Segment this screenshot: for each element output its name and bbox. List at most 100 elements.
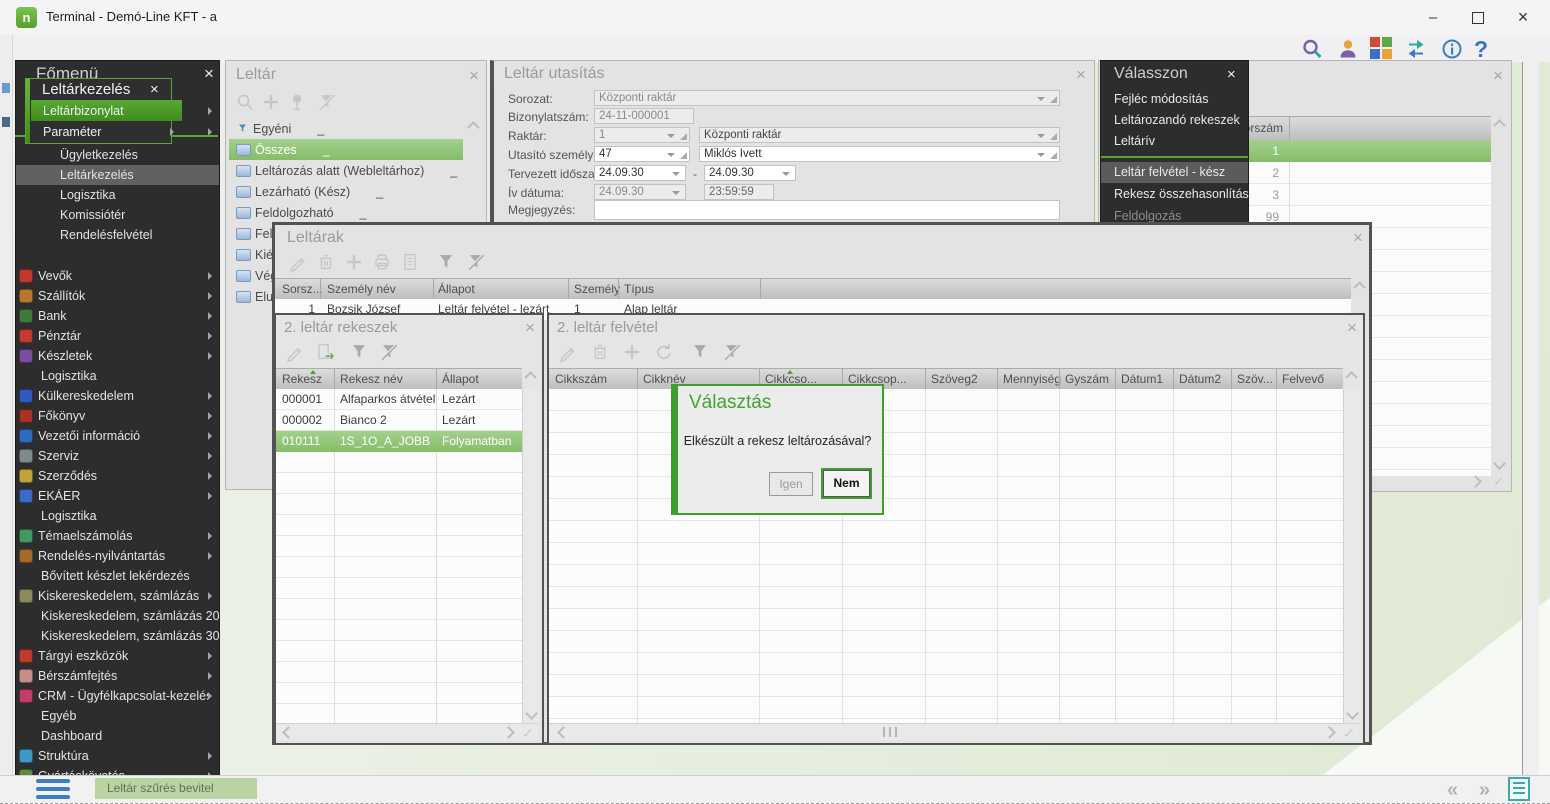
menu-item-rekesz-osszehasonlitas[interactable]: Rekesz összehasonlítás xyxy=(1101,184,1248,205)
report-icon[interactable] xyxy=(399,251,421,273)
idoszak-to-picker[interactable]: 24.09.30 xyxy=(704,165,796,181)
column-header[interactable]: Gyszám xyxy=(1065,372,1109,386)
scroll-up-icon[interactable] xyxy=(1353,281,1366,294)
horizontal-scrollbar[interactable]: ✓ xyxy=(276,723,538,740)
app-vertical-scrollbar[interactable] xyxy=(1522,62,1539,775)
szemely-name-combo[interactable]: Miklós Ivett xyxy=(699,146,1060,162)
scroll-right-icon[interactable] xyxy=(1323,726,1336,739)
raktar-name-combo[interactable]: Központi raktár xyxy=(699,127,1060,143)
menu-item-rendelesfelvetel[interactable]: Rendelésfelvétel xyxy=(16,225,220,245)
tree-icon[interactable] xyxy=(286,91,308,113)
menu-item-targyi-eszkozok[interactable]: Tárgyi eszközök xyxy=(16,646,219,666)
menu-item-berszamfejtes[interactable]: Bérszámfejtés xyxy=(16,666,219,686)
page-forward-icon[interactable]: » xyxy=(1479,779,1490,802)
menu-item-crm[interactable]: CRM - Ügyfélkapcsolat-kezelés xyxy=(16,686,219,706)
column-header[interactable]: Dátum2 xyxy=(1179,372,1221,386)
column-header[interactable]: Rekesz név xyxy=(340,372,403,386)
clear-filter-icon[interactable] xyxy=(465,251,487,273)
close-button[interactable]: × xyxy=(1508,5,1538,30)
submenu-item-leltarbizonylat[interactable]: Leltárbizonylat xyxy=(31,100,182,121)
scroll-left-icon[interactable] xyxy=(557,726,570,739)
clear-filter-icon[interactable] xyxy=(378,341,400,363)
search-icon[interactable] xyxy=(234,91,256,113)
add-icon[interactable] xyxy=(343,251,365,273)
iv-date-picker[interactable]: 24.09.30 xyxy=(594,184,686,200)
table-row-selected[interactable]: 010111 1S_1O_A_JOBB Folyamatban xyxy=(276,431,522,452)
table-row[interactable]: 000002 Bianco 2 Lezárt xyxy=(276,410,522,431)
menu-item-leltarozando-rekeszek[interactable]: Leltározandó rekeszek xyxy=(1101,110,1248,131)
confirm-icon[interactable]: ✓ xyxy=(522,725,534,742)
filter-icon[interactable] xyxy=(348,341,370,363)
column-header[interactable]: Sorsz... xyxy=(282,282,323,296)
menu-item-logisztika-2[interactable]: Logisztika xyxy=(16,366,220,386)
close-icon[interactable]: × xyxy=(1353,231,1363,245)
info-icon[interactable] xyxy=(1440,37,1464,61)
vertical-scrollbar[interactable] xyxy=(1343,389,1360,723)
horizontal-scrollbar[interactable]: ✓ xyxy=(549,723,1359,740)
menu-item-kiskereskedelem-20[interactable]: Kiskereskedelem, számlázás 20 xyxy=(16,606,220,626)
help-icon[interactable]: ? xyxy=(1474,37,1498,61)
filter-item-osszes[interactable]: Összes_ xyxy=(229,139,463,160)
menu-item-szerviz[interactable]: Szerviz xyxy=(16,446,219,466)
filter-item-egyeni[interactable]: Egyéni_ xyxy=(229,118,463,139)
hamburger-menu-icon[interactable] xyxy=(36,779,70,799)
close-icon[interactable]: × xyxy=(150,81,159,98)
clear-filter-icon[interactable] xyxy=(721,341,743,363)
menu-item-leltar-felvetel-kesz[interactable]: Leltár felvétel - kész xyxy=(1101,162,1248,183)
megjegyzes-field[interactable] xyxy=(594,200,1060,220)
menu-item-komissioter[interactable]: Komissiótér xyxy=(16,205,220,225)
no-button[interactable]: Nem xyxy=(823,470,870,497)
sorozat-combo[interactable]: Központi raktár xyxy=(594,90,1060,106)
minimize-button[interactable]: – xyxy=(1418,5,1448,30)
delete-icon[interactable] xyxy=(315,251,337,273)
column-header[interactable]: Cikkszám xyxy=(555,372,607,386)
menu-item-fokonyv[interactable]: Főkönyv xyxy=(16,406,219,426)
column-header[interactable]: Típus xyxy=(624,282,654,296)
menu-item-ugyletkezeles[interactable]: Ügyletkezelés xyxy=(16,145,220,165)
swap-arrows-icon[interactable] xyxy=(1404,37,1428,61)
apps-grid-icon[interactable] xyxy=(1370,37,1394,61)
bizonylatszam-field[interactable]: 24-11-000001 xyxy=(594,108,694,124)
scroll-up-icon[interactable] xyxy=(1493,119,1506,132)
column-header[interactable]: Személy xyxy=(574,282,620,296)
close-icon[interactable]: × xyxy=(1493,69,1503,83)
menu-item-vevok[interactable]: Vevők xyxy=(16,266,219,286)
filter-item-feldolgozhato[interactable]: Feldolgozható_ xyxy=(229,202,463,223)
column-header[interactable]: Dátum1 xyxy=(1121,372,1163,386)
scroll-left-icon[interactable] xyxy=(282,726,295,739)
menu-item-szerzodes[interactable]: Szerződés xyxy=(16,466,219,486)
edit-icon[interactable] xyxy=(287,251,309,273)
menu-item-penztar[interactable]: Pénztár xyxy=(16,326,219,346)
menu-item-kiskereskedelem-30[interactable]: Kiskereskedelem, számlázás 30 xyxy=(16,626,220,646)
menu-item-kulkereskedelem[interactable]: Külkereskedelem xyxy=(16,386,219,406)
menu-item-leltariv[interactable]: Leltárív xyxy=(1101,131,1248,152)
maximize-button[interactable] xyxy=(1463,5,1493,30)
column-header[interactable]: Mennyiség xyxy=(1003,372,1061,386)
column-header[interactable]: Rekesz xyxy=(282,372,322,386)
menu-item-keszletek[interactable]: Készletek xyxy=(16,346,219,366)
scroll-right-icon[interactable] xyxy=(1469,475,1482,488)
idoszak-from-picker[interactable]: 24.09.30 xyxy=(594,165,686,181)
iv-time-field[interactable]: 23:59:59 xyxy=(704,184,774,200)
column-header[interactable]: Szöveg2 xyxy=(931,372,978,386)
column-header[interactable]: Felvevő xyxy=(1282,372,1324,386)
raktar-code-combo[interactable]: 1 xyxy=(594,127,690,143)
filter-item-leltarozas-alatt[interactable]: Leltározás alatt (Webleltárhoz)_ xyxy=(229,160,463,181)
vertical-scrollbar[interactable] xyxy=(522,389,539,723)
menu-item-logisztika[interactable]: Logisztika xyxy=(16,185,220,205)
filter-item-lezarhato[interactable]: Lezárható (Kész)_ xyxy=(229,181,463,202)
open-document-icon[interactable] xyxy=(314,341,336,363)
yes-button[interactable]: Igen xyxy=(769,472,813,496)
close-icon[interactable]: × xyxy=(1347,321,1357,335)
add-icon[interactable] xyxy=(260,91,282,113)
delete-icon[interactable] xyxy=(589,341,611,363)
filter-icon[interactable] xyxy=(435,251,457,273)
scroll-down-icon[interactable] xyxy=(1346,707,1359,720)
menu-item-bovitett-keszlet[interactable]: Bővített készlet lekérdezés xyxy=(16,566,220,586)
column-header[interactable]: Állapot xyxy=(442,372,479,386)
scroll-up-icon[interactable] xyxy=(467,121,480,134)
column-header[interactable]: Szöv... xyxy=(1237,372,1273,386)
menu-item-bank[interactable]: Bank xyxy=(16,306,219,326)
menu-item-kiskereskedelem[interactable]: Kiskereskedelem, számlázás xyxy=(16,586,219,606)
menu-item-egyeb[interactable]: Egyéb xyxy=(16,706,220,726)
